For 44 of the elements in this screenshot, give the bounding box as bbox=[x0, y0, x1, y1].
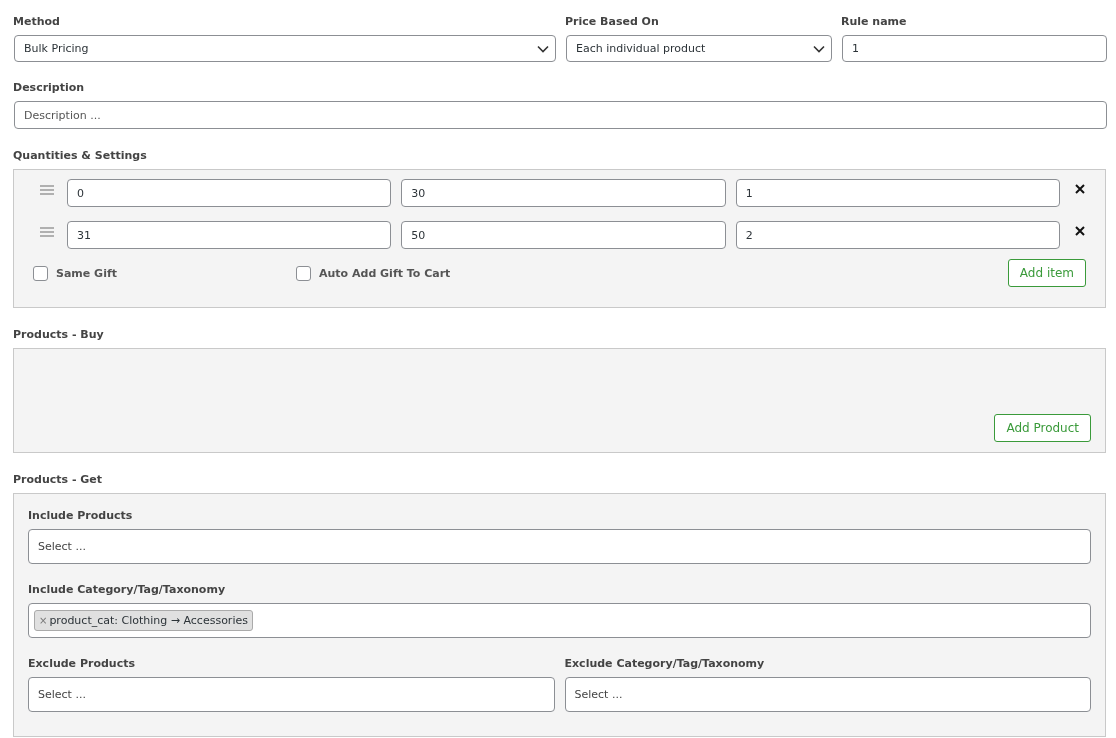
add-product-button[interactable]: Add Product bbox=[994, 414, 1091, 442]
field-label: Exclude Products bbox=[28, 657, 136, 671]
chevron-down-icon[interactable] bbox=[537, 44, 549, 53]
field-label: Price Based On bbox=[565, 15, 660, 29]
field-label: Include Products bbox=[28, 509, 134, 523]
multi-select-field[interactable]: × product_cat: Clothing → Accessories bbox=[28, 603, 1091, 638]
select-field[interactable]: Each individual product bbox=[566, 35, 832, 62]
close-icon[interactable] bbox=[1075, 226, 1085, 236]
select-value: Each individual product bbox=[576, 42, 706, 55]
select-field[interactable]: Select ... bbox=[564, 677, 1091, 712]
select-placeholder: Select ... bbox=[38, 540, 86, 553]
quantity-input[interactable]: 50 bbox=[401, 221, 726, 249]
remove-tag-button[interactable]: × bbox=[39, 615, 48, 626]
field-label: Rule name bbox=[841, 15, 908, 29]
description-input[interactable]: Description ... bbox=[14, 101, 1107, 129]
field-label: Products - Get bbox=[13, 473, 104, 487]
select-placeholder: Select ... bbox=[38, 688, 86, 701]
chevron-down-icon[interactable] bbox=[813, 44, 825, 53]
field-label: Description bbox=[13, 81, 86, 95]
quantity-input[interactable]: 0 bbox=[67, 179, 392, 207]
select-value: Bulk Pricing bbox=[24, 42, 89, 55]
quantity-input[interactable]: 2 bbox=[735, 221, 1060, 249]
field-label: Include Category/Tag/Taxonomy bbox=[28, 583, 227, 597]
drag-handle-icon[interactable] bbox=[40, 227, 54, 237]
checkbox-label: Same Gift bbox=[56, 266, 117, 280]
field-label: Method bbox=[13, 15, 61, 29]
select-placeholder: Select ... bbox=[574, 688, 623, 701]
select-field[interactable]: Select ... bbox=[28, 677, 555, 712]
quantity-input[interactable]: 31 bbox=[67, 221, 392, 249]
add-item-button[interactable]: Add item bbox=[1007, 259, 1086, 287]
select-field[interactable]: Bulk Pricing bbox=[14, 35, 556, 62]
tag-text: product_cat: Clothing → Accessories bbox=[49, 614, 248, 627]
checkbox[interactable] bbox=[296, 265, 311, 281]
text-input[interactable]: 1 bbox=[842, 35, 1107, 62]
field-label: Quantities & Settings bbox=[13, 149, 148, 163]
checkbox-label: Auto Add Gift To Cart bbox=[319, 266, 451, 280]
quantity-input[interactable]: 1 bbox=[735, 179, 1060, 207]
quantity-input[interactable]: 30 bbox=[401, 179, 726, 207]
drag-handle-icon[interactable] bbox=[40, 185, 54, 195]
field-label: Exclude Category/Tag/Taxonomy bbox=[564, 657, 766, 671]
checkbox[interactable] bbox=[33, 265, 48, 281]
field-label: Products - Buy bbox=[13, 328, 105, 342]
close-icon[interactable] bbox=[1075, 184, 1085, 194]
select-field[interactable]: Select ... bbox=[28, 529, 1091, 564]
